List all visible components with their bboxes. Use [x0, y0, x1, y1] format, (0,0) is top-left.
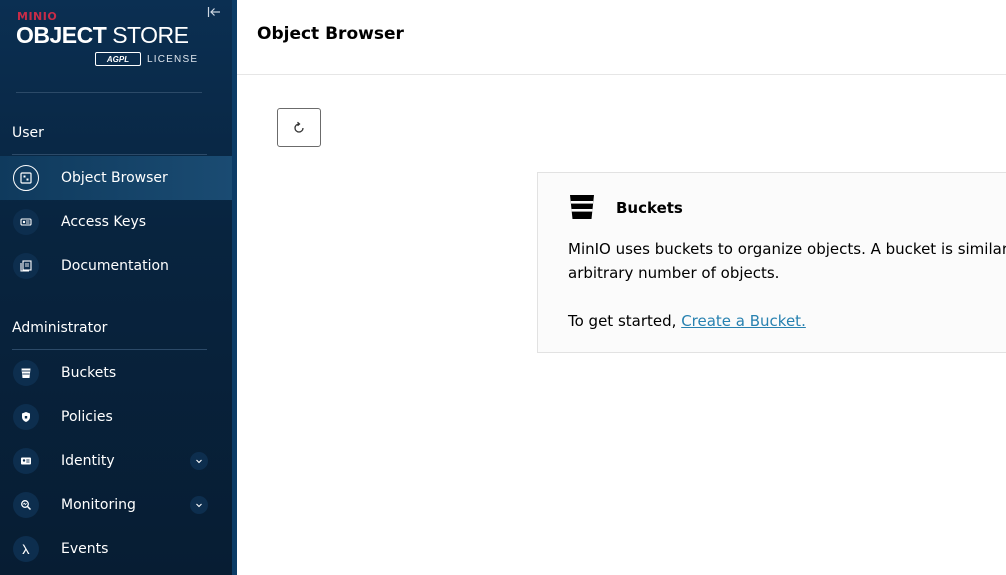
sidebar-item-label: Monitoring [61, 497, 136, 513]
refresh-icon [294, 121, 304, 133]
product-title: OBJECT STORE [16, 22, 189, 48]
refresh-button[interactable] [277, 108, 321, 147]
help-title: Buckets [616, 199, 683, 217]
monitoring-icon [13, 492, 39, 518]
sidebar-item-label: Buckets [61, 365, 117, 381]
license-row: AGPL LICENSE [95, 51, 198, 67]
sidebar-item-monitoring[interactable]: Monitoring [0, 483, 232, 527]
sidebar-item-label: Access Keys [61, 214, 147, 230]
buckets-help-box: Buckets MinIO uses buckets to organize o… [537, 172, 1006, 353]
collapse-icon [207, 7, 220, 17]
sidebar-item-object-browser[interactable]: Object Browser [0, 156, 232, 200]
logo-divider [16, 92, 202, 93]
agpl-badge: AGPL [95, 52, 141, 66]
bucket-icon [568, 193, 596, 225]
identity-icon [13, 448, 39, 474]
sidebar: MINIO OBJECT STORE AGPL LICENSE User Obj… [0, 0, 232, 575]
sidebar-item-access-keys[interactable]: Access Keys [0, 200, 232, 244]
license-label: LICENSE [147, 53, 199, 65]
sidebar-item-label: Events [61, 541, 109, 557]
help-description-line1: MinIO uses buckets to organize objects. … [568, 240, 1006, 258]
buckets-icon [13, 360, 39, 386]
lambda-icon [13, 536, 39, 562]
sidebar-item-label: Policies [61, 409, 113, 425]
sidebar-item-label: Identity [61, 453, 115, 469]
section-title-administrator: Administrator [12, 320, 108, 336]
chevron-down-icon[interactable] [190, 452, 208, 470]
page-title: Object Browser [257, 24, 404, 44]
sidebar-item-documentation[interactable]: Documentation [0, 244, 232, 288]
sidebar-item-label: Documentation [61, 258, 169, 274]
sidebar-item-identity[interactable]: Identity [0, 439, 232, 483]
create-bucket-link[interactable]: Create a Bucket. [681, 312, 806, 330]
object-browser-icon [13, 165, 39, 191]
section-divider-user [12, 154, 207, 155]
access-keys-icon [13, 209, 39, 235]
chevron-down-icon[interactable] [190, 496, 208, 514]
sidebar-edge [232, 0, 237, 575]
collapse-sidebar-button[interactable] [206, 5, 222, 21]
sidebar-item-events[interactable]: Events [0, 527, 232, 571]
documentation-icon [13, 253, 39, 279]
get-started-text: To get started, Create a Bucket. [568, 312, 806, 330]
page-header: Object Browser [237, 0, 1006, 75]
sidebar-item-buckets[interactable]: Buckets [0, 351, 232, 395]
sidebar-item-policies[interactable]: Policies [0, 395, 232, 439]
section-divider-administrator [12, 349, 207, 350]
section-title-user: User [12, 125, 44, 141]
help-description-line2: arbitrary number of objects. [568, 264, 780, 282]
policies-icon [13, 404, 39, 430]
sidebar-item-label: Object Browser [61, 170, 168, 186]
